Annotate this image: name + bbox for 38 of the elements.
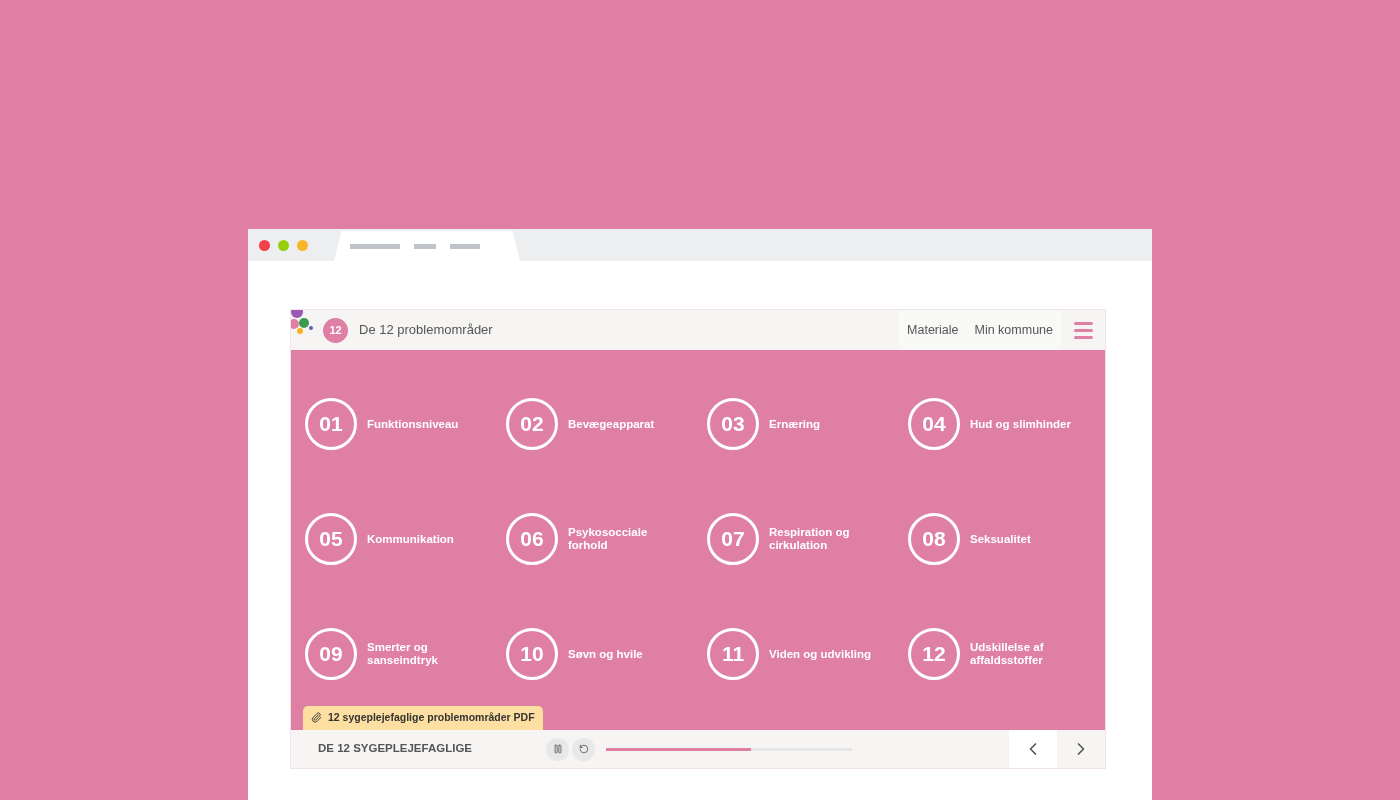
topic-link[interactable]: 08 Seksualitet — [908, 513, 1109, 565]
topic-label: Respiration og cirkulation — [769, 526, 851, 552]
topic-label: Funktionsniveau — [367, 417, 460, 431]
nav-link[interactable]: Materiale — [899, 310, 967, 350]
topic-link[interactable]: 09 Smerter og sanseindtryk — [305, 628, 506, 680]
topic-link[interactable]: 12 Udskillelse af affaldsstoffer — [908, 628, 1109, 680]
topic-link[interactable]: 01 Funktionsniveau — [305, 398, 506, 450]
topic-label: Smerter og sanseindtryk — [367, 641, 439, 667]
topic-label: Udskillelse af affaldsstoffer — [970, 641, 1045, 667]
topic-label: Ernæring — [769, 417, 822, 431]
player-title: DE 12 SYGEPLEJEFAGLIGE — [318, 741, 474, 757]
replay-button[interactable] — [572, 737, 595, 761]
count-badge: 12 — [323, 317, 348, 343]
topic-label: Bevægeapparat — [568, 417, 656, 431]
topic-label: Psykosocciale forhold — [568, 526, 649, 552]
topic-link[interactable]: 03 Ernæring — [707, 398, 908, 450]
replay-icon — [578, 744, 589, 754]
topic-link[interactable]: 04 Hud og slimhinder — [908, 398, 1109, 450]
topic-label: Kommunikation — [367, 532, 455, 546]
paperclip-icon — [311, 712, 322, 723]
topic-label: Søvn og hvile — [568, 647, 644, 661]
browser-tab[interactable] — [334, 231, 520, 261]
topic-link[interactable]: 06 Psykosocciale forhold — [506, 513, 707, 565]
topic-link[interactable]: 10 Søvn og hvile — [506, 628, 707, 680]
topic-label: Hud og slimhinder — [970, 417, 1072, 431]
page-title: De 12 problemområder — [359, 321, 493, 340]
nav-link[interactable]: Min kommune — [966, 310, 1061, 350]
pause-icon — [552, 744, 563, 754]
pause-button[interactable] — [546, 737, 569, 761]
topic-link[interactable]: 07 Respiration og cirkulation — [707, 513, 908, 565]
topic-link[interactable]: 05 Kommunikation — [305, 513, 506, 565]
previous-button[interactable] — [1009, 730, 1057, 768]
logo-dots-icon — [291, 310, 315, 336]
topic-label: Seksualitet — [970, 532, 1032, 546]
topic-link[interactable]: 11 Viden og udvikling — [707, 628, 908, 680]
topic-link[interactable]: 02 Bevægeapparat — [506, 398, 707, 450]
pdf-attachment-tab[interactable]: 12 sygeplejefaglige problemområder PDF — [303, 705, 543, 730]
topic-label: Viden og udvikling — [769, 647, 873, 661]
